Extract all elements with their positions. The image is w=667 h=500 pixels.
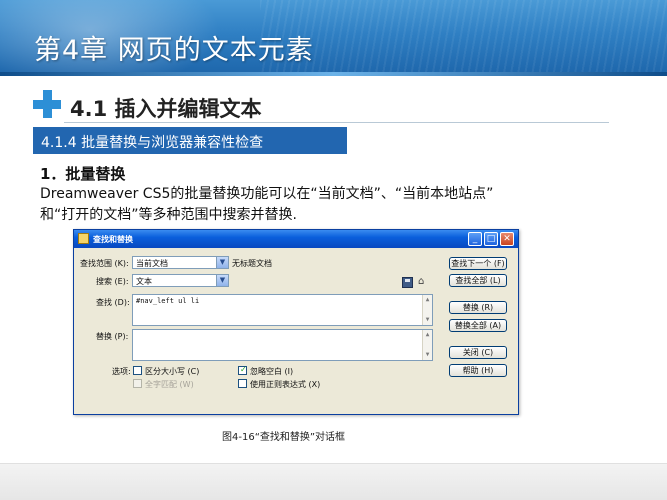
dialog-title: 查找和替换 [93, 235, 133, 244]
subsection-bar: 4.1.4 批量替换与浏览器兼容性检查 [33, 127, 347, 154]
scope-select-value: 当前文档 [136, 259, 168, 268]
slide-footer [0, 463, 667, 500]
chapter-title: 第4章 网页的文本元素 [34, 35, 314, 66]
ignore-whitespace-label: 忽略空白 (I) [250, 367, 294, 376]
dialog-app-icon [78, 233, 89, 244]
maximize-button[interactable]: □ [484, 232, 498, 246]
dialog-titlebar[interactable]: 查找和替换 _ □ ✕ [74, 230, 518, 248]
options-label: 选项: [112, 367, 131, 376]
checkmark-icon: ✓ [240, 365, 247, 374]
save-query-icon[interactable] [402, 277, 413, 288]
ignore-whitespace-checkbox[interactable]: ✓ [238, 365, 247, 375]
replace-button[interactable]: 替换 (R) [449, 301, 507, 314]
search-type-select[interactable]: 文本 ▼ [132, 274, 229, 287]
chevron-down-icon: ▼ [216, 257, 228, 268]
match-case-checkbox[interactable] [133, 366, 142, 375]
scope-label: 查找范围 (K): [80, 259, 129, 268]
whole-word-label: 全字匹配 (W) [145, 380, 194, 389]
search-label: 搜索 (E): [96, 277, 129, 286]
replace-scrollbar[interactable]: ▲ ▼ [422, 330, 432, 360]
section-heading: 4.1 插入并编辑文本 [70, 97, 262, 121]
scroll-up-icon[interactable]: ▲ [424, 297, 431, 303]
scroll-down-icon[interactable]: ▼ [424, 317, 431, 323]
chevron-down-icon: ▼ [216, 275, 228, 286]
replace-label: 替换 (P): [96, 332, 129, 341]
find-label: 查找 (D): [96, 298, 130, 307]
search-type-value: 文本 [136, 277, 152, 286]
body-text-line-2: 和“打开的文档”等多种范围中搜索并替换. [40, 207, 297, 223]
close-button[interactable]: 关闭 (C) [449, 346, 507, 359]
document-name: 无标题文档 [232, 259, 272, 268]
replace-all-button[interactable]: 替换全部 (A) [449, 319, 507, 332]
body-text-line-1: Dreamweaver CS5的批量替换功能可以在“当前文档”、“当前本地站点” [40, 186, 494, 202]
minimize-button[interactable]: _ [468, 232, 482, 246]
regex-checkbox[interactable] [238, 379, 247, 388]
section-rule [64, 122, 609, 123]
header-stripes [260, 0, 667, 76]
help-button[interactable]: 帮助 (H) [449, 364, 507, 377]
match-case-label: 区分大小写 (C) [145, 367, 200, 376]
load-query-icon[interactable]: ⌂ [418, 276, 429, 287]
find-all-button[interactable]: 查找全部 (L) [449, 274, 507, 287]
find-next-button[interactable]: 查找下一个 (F) [449, 257, 507, 270]
slide-header: 第4章 网页的文本元素 [0, 0, 667, 76]
header-bottom-bar [0, 72, 667, 76]
find-input[interactable]: #nav_left ul li ▲ ▼ [132, 294, 433, 326]
plus-icon [33, 90, 61, 118]
find-input-value: #nav_left ul li [136, 297, 200, 305]
figure-caption: 图4-16“查找和替换”对话框 [222, 432, 346, 443]
scope-select[interactable]: 当前文档 ▼ [132, 256, 229, 269]
body-title: 1．批量替换 [40, 165, 126, 183]
regex-label: 使用正则表达式 (X) [250, 380, 321, 389]
find-replace-dialog: 查找和替换 _ □ ✕ 查找范围 (K): 当前文档 ▼ 无标题文档 搜索 (E… [73, 229, 519, 415]
replace-input[interactable]: ▲ ▼ [132, 329, 433, 361]
find-scrollbar[interactable]: ▲ ▼ [422, 295, 432, 325]
close-window-button[interactable]: ✕ [500, 232, 514, 246]
scroll-down-icon[interactable]: ▼ [424, 352, 431, 358]
whole-word-checkbox [133, 379, 142, 388]
scroll-up-icon[interactable]: ▲ [424, 332, 431, 338]
